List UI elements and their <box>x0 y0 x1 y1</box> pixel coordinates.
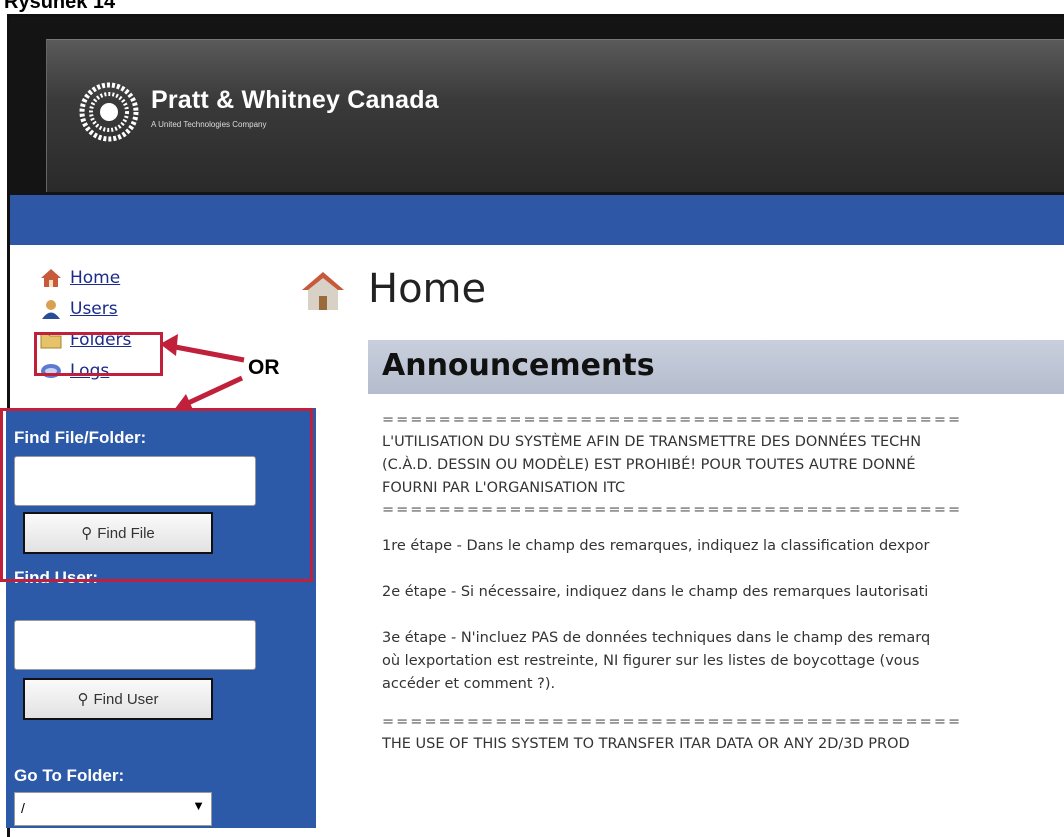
nav-band <box>10 195 1064 245</box>
go-to-folder-label: Go To Folder: <box>14 766 125 785</box>
folders-highlight-box <box>34 332 163 376</box>
find-user-button-label: Find User <box>93 690 159 708</box>
go-to-folder-value: / <box>21 800 25 816</box>
announcement-line: L'UTILISATION DU SYSTÈME AFIN DE TRANSME… <box>382 434 922 450</box>
nav-label-users[interactable]: Users <box>70 299 118 319</box>
nav-item-users[interactable]: Users <box>40 293 131 324</box>
chevron-down-icon: ▼ <box>192 798 205 813</box>
step-3-text: où lexportation est restreinte, NI figur… <box>382 653 920 669</box>
announcement-line: THE USE OF THIS SYSTEM TO TRANSFER ITAR … <box>382 736 910 752</box>
announcements-title: Announcements <box>382 348 655 383</box>
nav-label-home[interactable]: Home <box>70 268 120 288</box>
brand-tagline: A United Technologies Company <box>151 120 267 129</box>
announcements-header: Announcements <box>368 340 1064 394</box>
house-icon <box>41 268 61 287</box>
page-title: Home <box>368 266 487 312</box>
find-user-button[interactable]: ⚲ Find User <box>23 678 213 720</box>
magnifier-icon: ⚲ <box>77 691 89 708</box>
separator-line: ========================================… <box>382 502 963 518</box>
or-annotation: OR <box>248 356 280 379</box>
house-icon <box>302 272 344 310</box>
separator-line: ========================================… <box>382 714 963 730</box>
step-3-text: 3e étape - N'incluez PAS de données tech… <box>382 630 931 646</box>
figure-caption: Rysunek 14 <box>4 0 116 13</box>
user-icon <box>42 299 60 319</box>
header-banner: Pratt & Whitney Canada A United Technolo… <box>10 17 1064 195</box>
find-user-input[interactable] <box>14 620 256 670</box>
step-1-text: 1re étape - Dans le champ des remarques,… <box>382 538 930 554</box>
header-logo-panel: Pratt & Whitney Canada A United Technolo… <box>46 39 1064 192</box>
announcement-line: FOURNI PAR L'ORGANISATION ITC <box>382 480 626 496</box>
pwc-logo-icon <box>79 82 139 142</box>
brand-name: Pratt & Whitney Canada <box>151 86 439 114</box>
nav-item-home[interactable]: Home <box>40 262 131 293</box>
step-3-text: accéder et comment ?). <box>382 676 556 692</box>
separator-line: ========================================… <box>382 412 963 428</box>
announcement-line: (C.À.D. DESSIN OU MODÈLE) EST PROHIBÉ! P… <box>382 457 916 473</box>
find-file-highlight-box <box>0 408 313 582</box>
go-to-folder-select[interactable]: / ▼ <box>14 792 212 826</box>
step-2-text: 2e étape - Si nécessaire, indiquez dans … <box>382 584 929 600</box>
